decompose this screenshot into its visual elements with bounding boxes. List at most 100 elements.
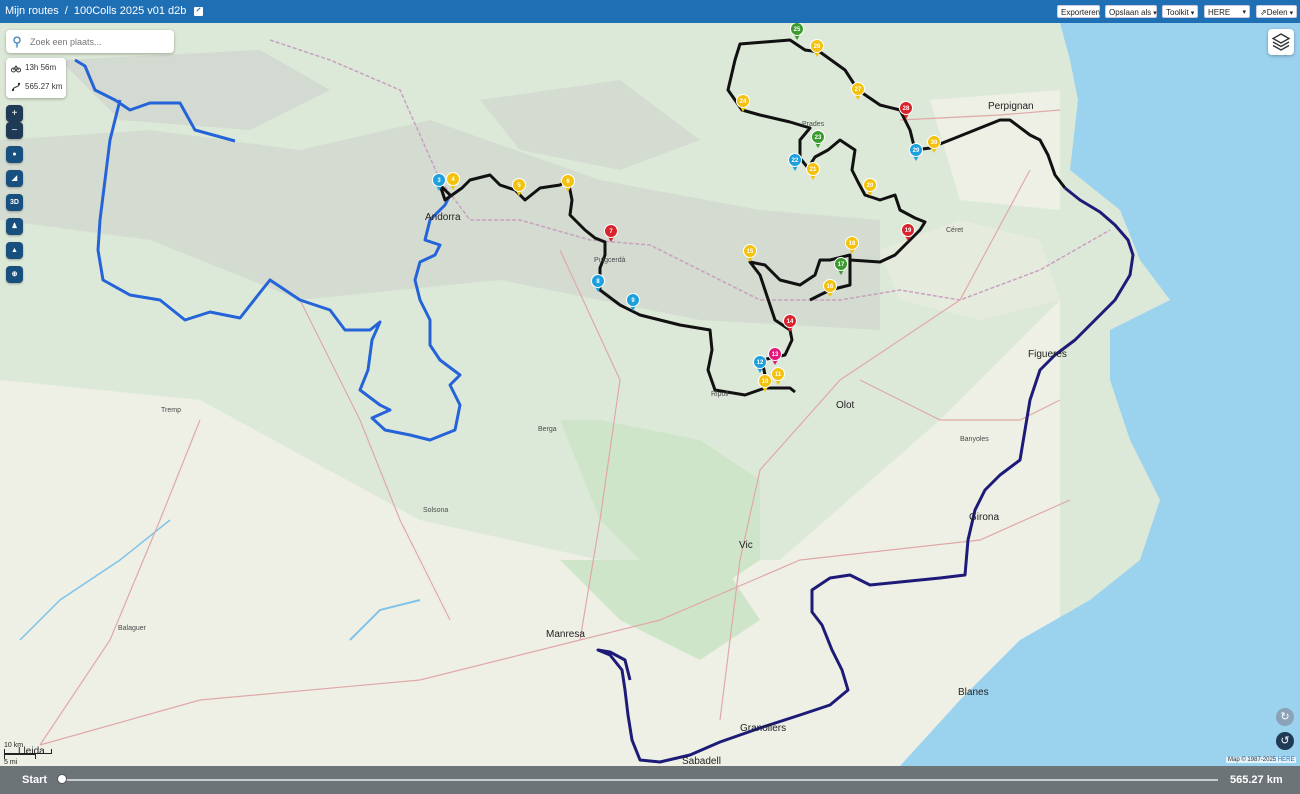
route-timeline-bar: Start 565.27 km bbox=[0, 766, 1300, 794]
share-icon: ⇗ bbox=[1260, 8, 1267, 17]
place-ceret: Céret bbox=[946, 227, 963, 234]
edit-icon[interactable] bbox=[194, 6, 204, 16]
elevation-button[interactable]: ▲ bbox=[6, 242, 23, 259]
place-girona: Girona bbox=[969, 512, 999, 523]
waypoint-number: 23 bbox=[815, 135, 822, 141]
place-tremp: Tremp bbox=[161, 407, 181, 414]
route-stats-panel: 13h 56m 565.27 km bbox=[6, 58, 66, 98]
credit-brand[interactable]: HERE bbox=[1278, 757, 1295, 763]
waypoint-number: 15 bbox=[747, 249, 754, 255]
scale-imperial: 5 mi bbox=[4, 759, 18, 766]
place-olot: Olot bbox=[836, 400, 855, 411]
save-as-label: Opslaan als bbox=[1109, 8, 1152, 17]
layers-button[interactable] bbox=[1268, 29, 1294, 55]
place-solsona: Solsona bbox=[423, 507, 448, 514]
view-3d-label: 3D bbox=[10, 199, 19, 206]
credit-text: Map © 1987-2025 bbox=[1228, 757, 1277, 763]
waypoint-number: 21 bbox=[810, 167, 817, 173]
place-banyoles: Banyoles bbox=[960, 436, 989, 443]
route-distance-icon bbox=[11, 82, 21, 91]
save-as-button[interactable]: Opslaan als ▾ bbox=[1105, 5, 1157, 18]
compass-icon: ◢ bbox=[11, 175, 18, 182]
map-provider-select[interactable]: HERE ▾ bbox=[1204, 5, 1250, 18]
place-balaguer: Balaguer bbox=[118, 625, 147, 632]
place-andorra: Andorra bbox=[425, 212, 461, 223]
place-ripoll: Ripoll bbox=[711, 391, 729, 398]
place-prades: Prades bbox=[802, 121, 825, 128]
waypoint-number: 24 bbox=[740, 99, 747, 105]
zoom-out-label: − bbox=[11, 125, 18, 136]
map-provider-label: HERE bbox=[1208, 8, 1231, 17]
timeline-track[interactable] bbox=[62, 779, 1218, 781]
toolkit-button[interactable]: Toolkit ▾ bbox=[1162, 5, 1198, 18]
map-scale: 10 km 5 mi bbox=[4, 742, 52, 766]
zoom-in-label: + bbox=[11, 108, 18, 119]
map-credit: Map © 1987-2025 HERE bbox=[1226, 757, 1297, 763]
distance-value: 565.27 km bbox=[25, 82, 63, 91]
waypoint-number: 17 bbox=[838, 262, 845, 268]
street-view-button[interactable]: ♟ bbox=[6, 218, 23, 235]
refresh-icon: ↻ bbox=[1280, 711, 1290, 723]
add-waypoint-button[interactable]: ● bbox=[6, 146, 23, 163]
place-figueres: Figueres bbox=[1028, 349, 1067, 360]
duration-value: 13h 56m bbox=[25, 63, 57, 72]
chevron-down-icon: ▾ bbox=[1242, 9, 1246, 16]
view-3d-button[interactable]: 3D bbox=[6, 194, 23, 211]
waypoint-number: 18 bbox=[849, 241, 856, 247]
export-label: Exporteren bbox=[1061, 8, 1101, 17]
start-label: Start bbox=[22, 774, 48, 786]
place-blanes: Blanes bbox=[958, 687, 989, 698]
place-perpignan: Perpignan bbox=[988, 101, 1034, 112]
breadcrumb: Mijn routes / 100Colls 2025 v01 d2b bbox=[5, 5, 204, 17]
waypoint-number: 27 bbox=[855, 87, 862, 93]
waypoint-pin-icon: ● bbox=[12, 151, 17, 158]
person-icon: ♟ bbox=[11, 223, 18, 230]
toolkit-label: Toolkit bbox=[1166, 8, 1189, 17]
motorcycle-icon bbox=[11, 64, 21, 72]
waypoint-number: 26 bbox=[814, 44, 821, 50]
waypoint-number: 29 bbox=[913, 148, 920, 154]
chevron-down-icon: ▾ bbox=[1289, 10, 1294, 17]
reset-icon: ↺ bbox=[1280, 735, 1290, 747]
top-bar: Mijn routes / 100Colls 2025 v01 d2b Expo… bbox=[0, 0, 1300, 23]
waypoint-number: 13 bbox=[772, 352, 779, 358]
waypoint-number: 20 bbox=[867, 183, 874, 189]
duration-row: 13h 56m bbox=[6, 58, 66, 77]
scale-metric: 10 km bbox=[4, 742, 24, 749]
location-pin-icon: ⚲ bbox=[12, 33, 22, 49]
waypoint-number: 16 bbox=[827, 284, 834, 290]
layers-icon bbox=[1271, 33, 1291, 51]
search-input[interactable] bbox=[28, 35, 170, 48]
waypoint-number: 11 bbox=[775, 372, 782, 378]
share-button[interactable]: ⇗Delen ▾ bbox=[1256, 5, 1297, 18]
waypoint-number: 14 bbox=[787, 319, 794, 325]
chevron-down-icon: ▾ bbox=[1153, 10, 1157, 17]
waypoint-number: 25 bbox=[794, 27, 801, 33]
total-distance-label: 565.27 km bbox=[1230, 774, 1283, 786]
place-search[interactable]: ⚲ bbox=[6, 30, 174, 53]
export-button[interactable]: Exporteren bbox=[1057, 5, 1100, 18]
waypoint-number: 22 bbox=[792, 158, 799, 164]
timeline-slider-handle[interactable] bbox=[57, 774, 67, 784]
zoom-out-button[interactable]: − bbox=[6, 122, 23, 139]
waypoint-number: 28 bbox=[903, 106, 910, 112]
place-vic: Vic bbox=[739, 540, 753, 551]
locate-button[interactable]: ⊕ bbox=[6, 266, 23, 283]
compass-button[interactable]: ◢ bbox=[6, 170, 23, 187]
place-sabadell: Sabadell bbox=[682, 756, 721, 766]
map-canvas[interactable]: Perpignan Girona Lleida Manresa Sabadell… bbox=[0, 23, 1300, 766]
share-label: Delen bbox=[1266, 8, 1288, 17]
place-manresa: Manresa bbox=[546, 629, 585, 640]
route-name: 100Colls 2025 v01 d2b bbox=[73, 5, 187, 17]
mountain-icon: ▲ bbox=[11, 247, 18, 254]
zoom-in-button[interactable]: + bbox=[6, 105, 23, 122]
chevron-down-icon: ▾ bbox=[1190, 10, 1195, 17]
waypoint-number: 19 bbox=[905, 228, 912, 234]
crosshair-icon: ⊕ bbox=[11, 271, 18, 278]
place-granollers: Granollers bbox=[740, 723, 786, 734]
reset-button[interactable]: ↺ bbox=[1276, 732, 1294, 750]
place-berga: Berga bbox=[538, 426, 557, 433]
waypoint-number: 10 bbox=[762, 379, 769, 385]
refresh-button[interactable]: ↻ bbox=[1276, 708, 1294, 726]
breadcrumb-my-routes[interactable]: Mijn routes bbox=[5, 5, 59, 17]
